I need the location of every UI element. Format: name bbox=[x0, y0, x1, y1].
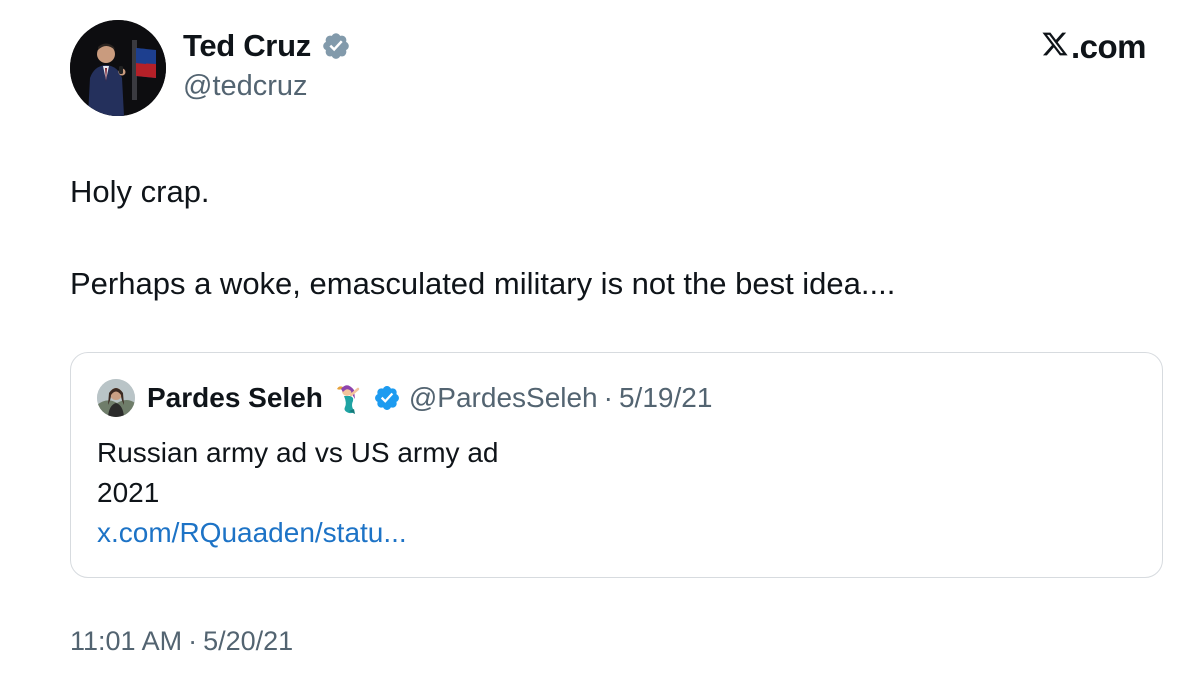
quote-tweet-card[interactable]: Pardes Seleh @PardesSeleh · 5/19/21 Russ… bbox=[70, 352, 1163, 578]
quote-separator: · bbox=[603, 382, 613, 413]
quote-avatar[interactable] bbox=[97, 379, 135, 417]
author-name-row: Ted Cruz bbox=[183, 28, 351, 64]
timestamp-date: 5/20/21 bbox=[203, 626, 294, 656]
brand-domain: .com bbox=[1070, 28, 1147, 65]
x-logo-icon bbox=[1041, 28, 1071, 66]
tweet-text: Holy crap. Perhaps a woke, emasculated m… bbox=[70, 172, 1150, 304]
tweet-line: Holy crap. bbox=[70, 174, 210, 209]
author-handle[interactable]: @tedcruz bbox=[183, 70, 308, 103]
tweet-screenshot: Ted Cruz @tedcruz .com Holy crap. Perhap… bbox=[0, 0, 1200, 678]
quote-author-name[interactable]: Pardes Seleh bbox=[147, 382, 323, 414]
mermaid-emoji-icon bbox=[331, 381, 365, 415]
quote-text-line: 2021 bbox=[97, 477, 160, 508]
timestamp-time: 11:01 AM bbox=[70, 626, 183, 656]
quote-text-line: Russian army ad vs US army ad bbox=[97, 437, 499, 468]
tweet-line: Perhaps a woke, emasculated military is … bbox=[70, 266, 896, 301]
quote-author-handle[interactable]: @PardesSeleh bbox=[409, 382, 598, 414]
quote-link[interactable]: x.com/RQuaaden/statu... bbox=[97, 513, 498, 553]
quote-date[interactable]: 5/19/21 bbox=[619, 382, 712, 414]
author-name[interactable]: Ted Cruz bbox=[183, 28, 311, 64]
quote-header: Pardes Seleh @PardesSeleh · 5/19/21 bbox=[97, 379, 712, 417]
verified-badge-icon bbox=[321, 31, 351, 61]
quote-verified-badge-icon bbox=[373, 384, 401, 412]
tweet-timestamp[interactable]: 11:01 AM · 5/20/21 bbox=[70, 626, 293, 657]
timestamp-separator: · bbox=[188, 626, 198, 656]
x-brand[interactable]: .com bbox=[1041, 28, 1147, 66]
quote-text: Russian army ad vs US army ad 2021 x.com… bbox=[97, 433, 498, 553]
author-avatar[interactable] bbox=[70, 20, 166, 116]
